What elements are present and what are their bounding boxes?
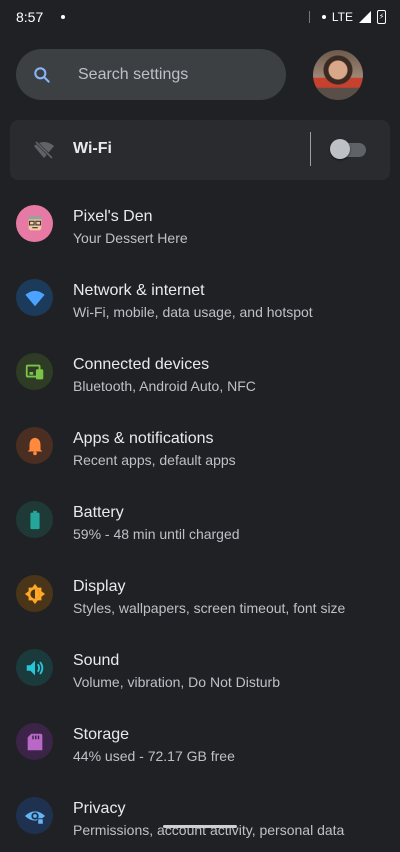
- bell-icon: [16, 427, 53, 464]
- status-bar: 8:57 LTE ⚡: [0, 0, 400, 34]
- wifi-icon: [16, 279, 53, 316]
- item-subtitle: Wi-Fi, mobile, data usage, and hotspot: [73, 304, 313, 320]
- pixel-den-icon: [16, 205, 53, 242]
- settings-list: Pixel's Den Your Dessert Here Network & …: [0, 186, 400, 852]
- notification-dot-icon: [61, 15, 66, 19]
- settings-item-pixels-den[interactable]: Pixel's Den Your Dessert Here: [0, 186, 400, 260]
- status-dot-icon: [321, 15, 326, 19]
- settings-item-sound[interactable]: Sound Volume, vibration, Do Not Disturb: [0, 630, 400, 704]
- brightness-icon: [16, 575, 53, 612]
- item-subtitle: Volume, vibration, Do Not Disturb: [73, 674, 280, 690]
- settings-item-display[interactable]: Display Styles, wallpapers, screen timeo…: [0, 556, 400, 630]
- item-subtitle: Your Dessert Here: [73, 230, 188, 246]
- privacy-eye-icon: [16, 797, 53, 834]
- wifi-label: Wi-Fi: [73, 140, 112, 157]
- item-title: Display: [73, 578, 126, 595]
- item-title: Sound: [73, 652, 120, 669]
- item-title: Pixel's Den: [73, 208, 153, 225]
- battery-icon: [16, 501, 53, 538]
- volume-icon: [16, 649, 53, 686]
- status-icons: LTE ⚡: [308, 10, 386, 24]
- settings-item-battery[interactable]: Battery 59% - 48 min until charged: [0, 482, 400, 556]
- item-title: Storage: [73, 726, 130, 743]
- search-bar[interactable]: Search settings: [16, 49, 286, 100]
- status-time: 8:57: [16, 9, 44, 25]
- item-title: Network & internet: [73, 282, 205, 299]
- item-subtitle: Styles, wallpapers, screen timeout, font…: [73, 600, 346, 616]
- item-subtitle: Bluetooth, Android Auto, NFC: [73, 378, 256, 394]
- item-title: Apps & notifications: [73, 430, 214, 447]
- battery-charging-icon: ⚡: [377, 10, 386, 24]
- item-subtitle: 44% used - 72.17 GB free: [73, 748, 235, 764]
- signal-icon: [359, 11, 371, 23]
- account-avatar[interactable]: [313, 50, 363, 100]
- wifi-off-icon: [33, 139, 55, 161]
- network-type: LTE: [331, 10, 353, 24]
- wifi-quick-setting[interactable]: Wi-Fi: [10, 120, 390, 180]
- search-icon: [34, 66, 50, 83]
- settings-item-apps[interactable]: Apps & notifications Recent apps, defaul…: [0, 408, 400, 482]
- settings-item-network[interactable]: Network & internet Wi-Fi, mobile, data u…: [0, 260, 400, 334]
- gesture-nav-handle[interactable]: [163, 825, 237, 828]
- search-placeholder: Search settings: [78, 65, 189, 83]
- item-title: Privacy: [73, 800, 126, 817]
- devices-icon: [16, 353, 53, 390]
- item-subtitle: 59% - 48 min until charged: [73, 526, 240, 542]
- storage-icon: [16, 723, 53, 760]
- item-title: Connected devices: [73, 356, 210, 373]
- settings-item-privacy[interactable]: Privacy Permissions, account activity, p…: [0, 778, 400, 852]
- wifi-divider: [310, 132, 311, 166]
- settings-item-connected-devices[interactable]: Connected devices Bluetooth, Android Aut…: [0, 334, 400, 408]
- status-divider: [308, 11, 310, 23]
- wifi-toggle-thumb[interactable]: [330, 139, 350, 159]
- item-subtitle: Recent apps, default apps: [73, 452, 236, 468]
- item-title: Battery: [73, 504, 124, 521]
- settings-item-storage[interactable]: Storage 44% used - 72.17 GB free: [0, 704, 400, 778]
